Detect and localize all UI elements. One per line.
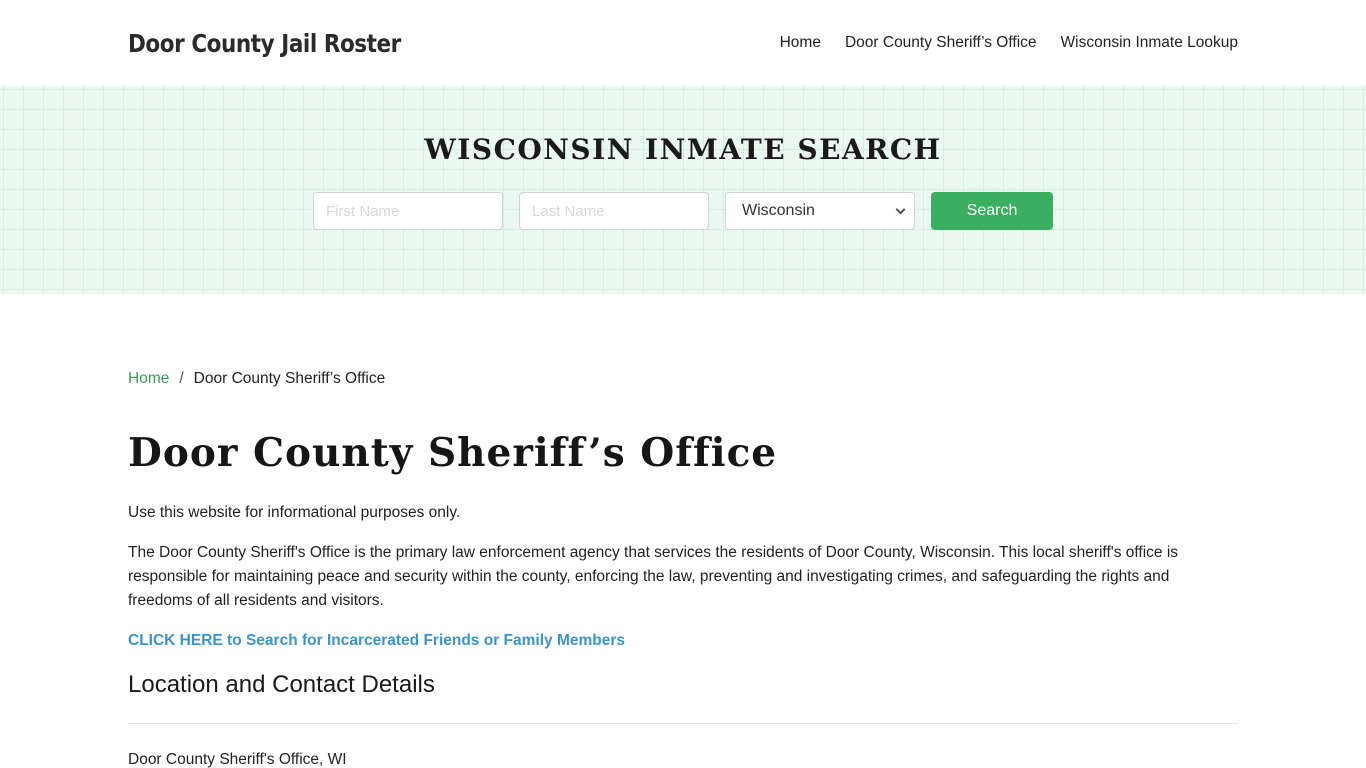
inmate-search-hero: WISCONSIN INMATE SEARCH Wisconsin Search — [0, 86, 1366, 294]
state-select[interactable]: Wisconsin — [725, 192, 915, 230]
main-nav: Home Door County Sheriff’s Office Wiscon… — [756, 34, 1238, 52]
inmate-search-form: Wisconsin Search — [0, 192, 1366, 230]
hero-title: WISCONSIN INMATE SEARCH — [424, 133, 942, 166]
location-contact-heading: Location and Contact Details — [128, 671, 435, 698]
first-name-input[interactable] — [313, 192, 503, 230]
breadcrumb: Home / Door County Sheriff’s Office — [128, 367, 1238, 391]
breadcrumb-separator: / — [179, 370, 184, 387]
breadcrumb-home-link[interactable]: Home — [128, 370, 169, 388]
site-header: Door County Jail Roster Home Door County… — [0, 0, 1366, 86]
state-select-value: Wisconsin — [742, 202, 815, 219]
page-title: Door County Sheriff’s Office — [128, 430, 778, 476]
breadcrumb-current: Door County Sheriff’s Office — [193, 370, 386, 387]
chevron-down-icon — [895, 204, 906, 214]
address-line: Door County Sheriff's Office, WI — [128, 751, 347, 768]
last-name-input[interactable] — [519, 192, 709, 230]
section-divider — [128, 723, 1238, 724]
nav-inmate-lookup[interactable]: Wisconsin Inmate Lookup — [1061, 34, 1238, 52]
site-brand-link[interactable]: Door County Jail Roster — [128, 29, 401, 58]
description-text: The Door County Sheriff's Office is the … — [128, 544, 1179, 609]
nav-sheriffs-office[interactable]: Door County Sheriff’s Office — [845, 34, 1037, 52]
main-content: Home / Door County Sheriff’s Office Door… — [0, 294, 1366, 768]
intro-text: Use this website for informational purpo… — [128, 504, 461, 521]
search-inmates-cta-link[interactable]: CLICK HERE to Search for Incarcerated Fr… — [128, 629, 1238, 653]
nav-home[interactable]: Home — [780, 34, 821, 52]
search-button[interactable]: Search — [931, 192, 1053, 230]
